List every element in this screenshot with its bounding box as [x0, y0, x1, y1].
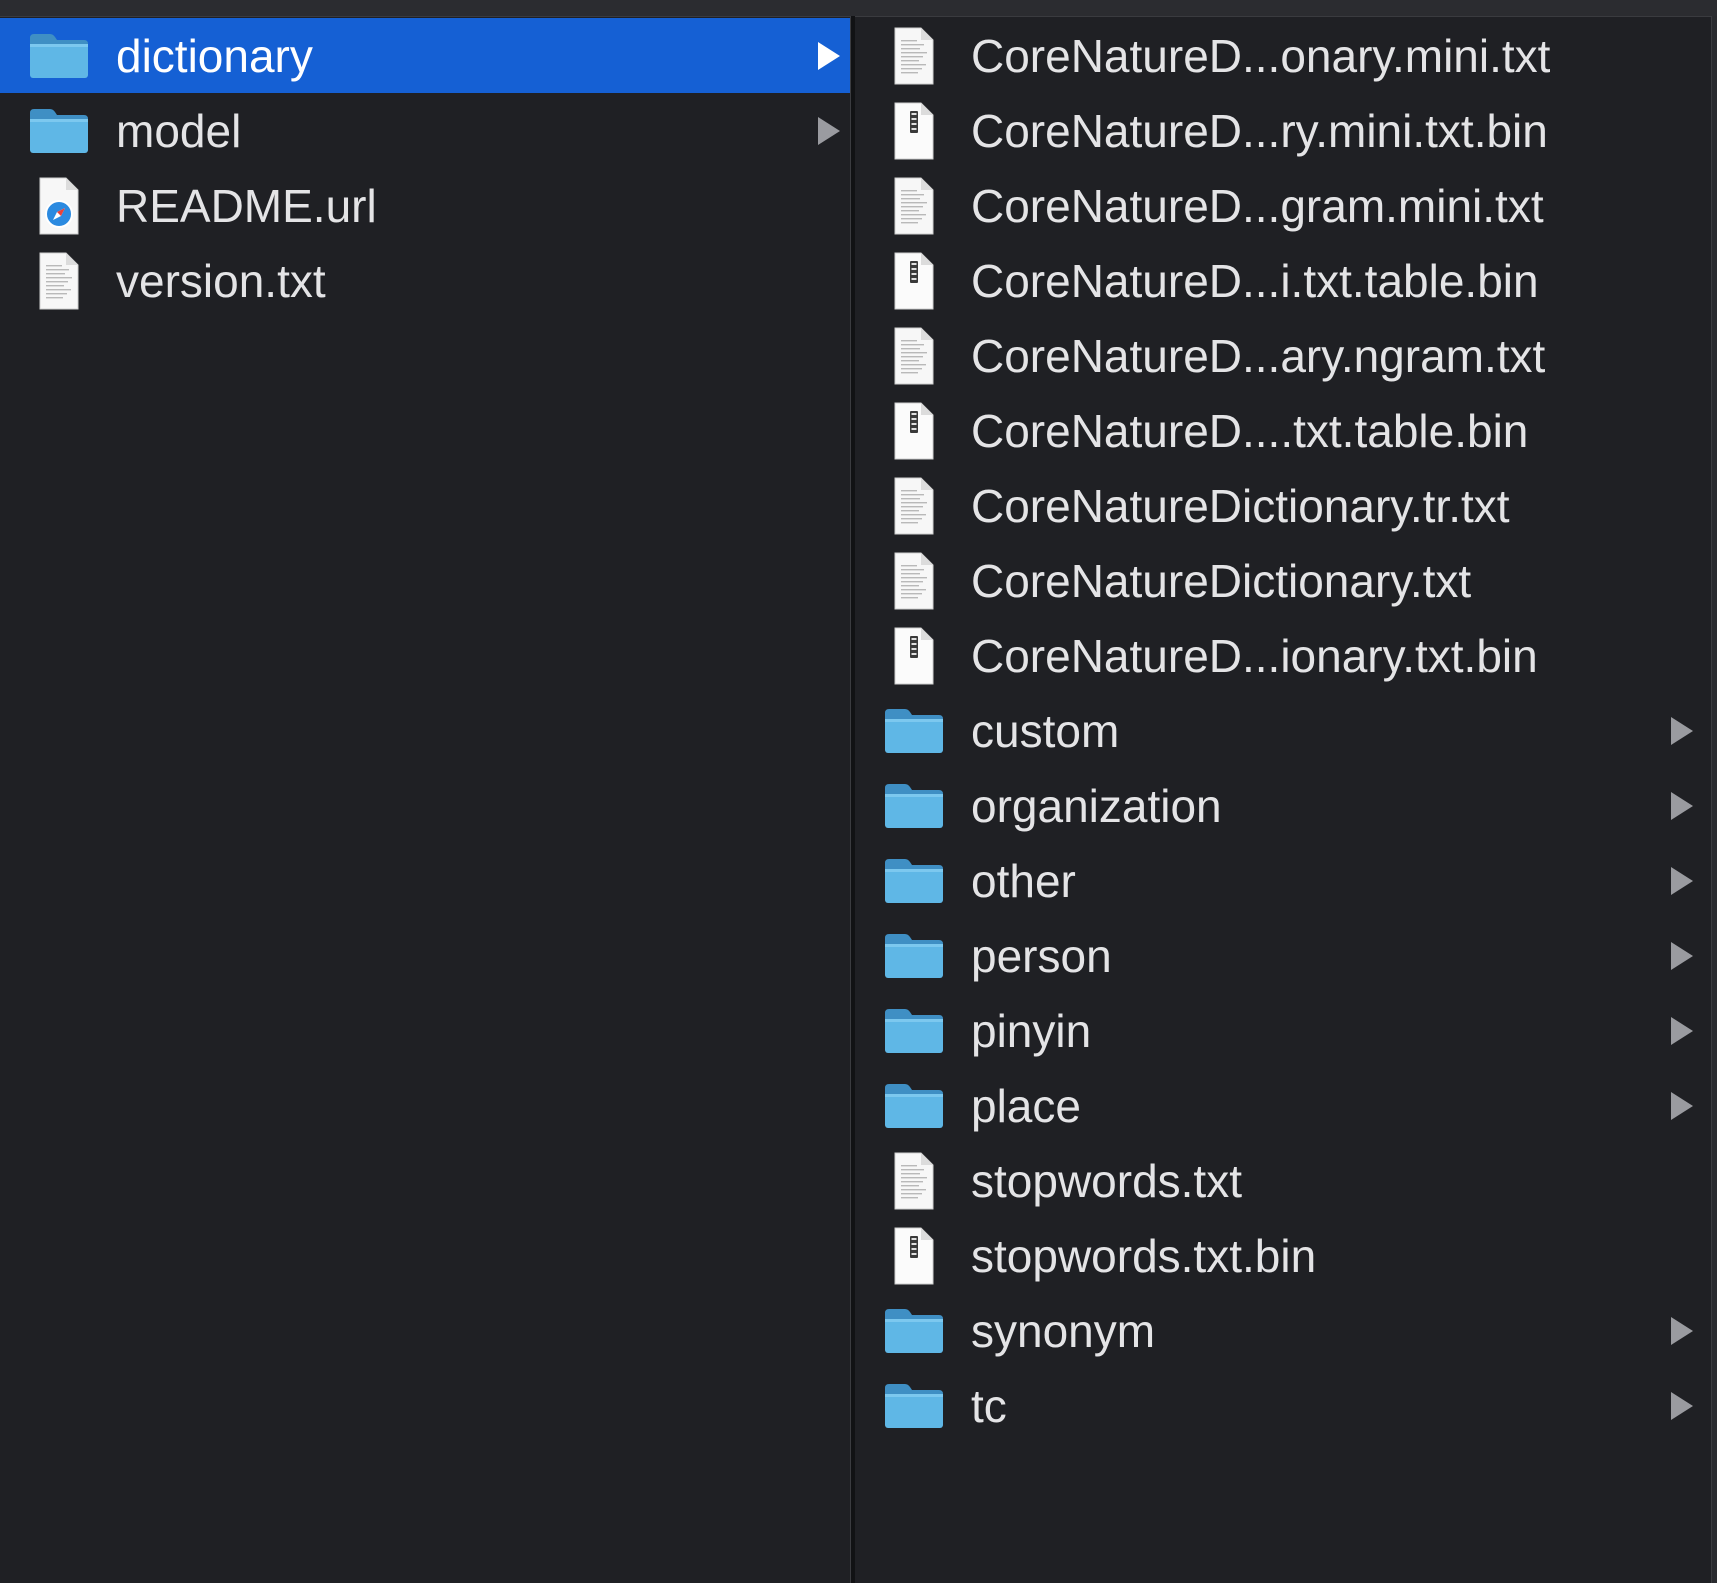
folder-icon — [881, 1000, 947, 1062]
folder-row[interactable]: person — [855, 918, 1711, 993]
file-row[interactable]: CoreNatureD...ionary.txt.bin — [855, 618, 1711, 693]
text-file-icon — [881, 475, 947, 537]
item-label: synonym — [971, 1304, 1156, 1357]
item-label: pinyin — [971, 1004, 1092, 1057]
item-label: custom — [971, 704, 1120, 757]
item-label: place — [971, 1079, 1081, 1132]
disclosure-chevron-icon[interactable] — [1671, 791, 1693, 820]
disclosure-chevron-icon[interactable] — [1671, 1391, 1693, 1420]
folder-icon — [881, 1375, 947, 1437]
disclosure-chevron-icon[interactable] — [1671, 716, 1693, 745]
folder-row[interactable]: custom — [855, 693, 1711, 768]
item-label: CoreNatureD...ionary.txt.bin — [971, 629, 1538, 682]
item-label: CoreNatureD...ary.ngram.txt — [971, 329, 1546, 382]
folder-icon — [26, 25, 92, 87]
file-row[interactable]: CoreNatureD...onary.mini.txt — [855, 18, 1711, 93]
folder-icon — [881, 850, 947, 912]
next-column-edge — [1711, 16, 1717, 1583]
column-1[interactable]: dictionary model README.url version.txt — [0, 18, 850, 1583]
folder-icon — [881, 700, 947, 762]
folder-row[interactable]: organization — [855, 768, 1711, 843]
disclosure-chevron-icon[interactable] — [1671, 1316, 1693, 1345]
file-row[interactable]: README.url — [0, 168, 850, 243]
file-row[interactable]: stopwords.txt.bin — [855, 1218, 1711, 1293]
folder-icon — [881, 1075, 947, 1137]
binary-file-icon — [881, 250, 947, 312]
disclosure-chevron-icon[interactable] — [1671, 1016, 1693, 1045]
item-label: other — [971, 854, 1076, 907]
item-label: version.txt — [116, 254, 326, 307]
disclosure-chevron-icon[interactable] — [1671, 866, 1693, 895]
column-2[interactable]: CoreNatureD...onary.mini.txt CoreNatureD.… — [855, 18, 1711, 1583]
folder-row[interactable]: pinyin — [855, 993, 1711, 1068]
item-label: stopwords.txt — [971, 1154, 1242, 1207]
folder-icon — [26, 100, 92, 162]
file-row[interactable]: version.txt — [0, 243, 850, 318]
text-file-icon — [881, 1150, 947, 1212]
disclosure-chevron-icon[interactable] — [818, 41, 840, 70]
item-label: CoreNatureD...gram.mini.txt — [971, 179, 1544, 232]
item-label: stopwords.txt.bin — [971, 1229, 1317, 1282]
file-row[interactable]: CoreNatureD...ry.mini.txt.bin — [855, 93, 1711, 168]
item-label: CoreNatureDictionary.tr.txt — [971, 479, 1510, 532]
folder-row[interactable]: place — [855, 1068, 1711, 1143]
item-label: dictionary — [116, 29, 313, 82]
folder-row[interactable]: dictionary — [0, 18, 850, 93]
folder-icon — [881, 1300, 947, 1362]
item-label: CoreNatureD...i.txt.table.bin — [971, 254, 1539, 307]
file-row[interactable]: CoreNatureD...gram.mini.txt — [855, 168, 1711, 243]
disclosure-chevron-icon[interactable] — [818, 116, 840, 145]
item-label: person — [971, 929, 1112, 982]
binary-file-icon — [881, 400, 947, 462]
folder-row[interactable]: tc — [855, 1368, 1711, 1443]
item-label: tc — [971, 1379, 1007, 1432]
file-row[interactable]: CoreNatureDictionary.tr.txt — [855, 468, 1711, 543]
item-label: CoreNatureD...ry.mini.txt.bin — [971, 104, 1548, 157]
file-row[interactable]: CoreNatureD...i.txt.table.bin — [855, 243, 1711, 318]
text-file-icon — [881, 175, 947, 237]
file-row[interactable]: CoreNatureD....txt.table.bin — [855, 393, 1711, 468]
binary-file-icon — [881, 625, 947, 687]
binary-file-icon — [881, 100, 947, 162]
text-file-icon — [881, 550, 947, 612]
item-label: README.url — [116, 179, 377, 232]
text-file-icon — [881, 325, 947, 387]
text-file-icon — [26, 250, 92, 312]
folder-icon — [881, 775, 947, 837]
item-label: CoreNatureD...onary.mini.txt — [971, 29, 1551, 82]
item-label: CoreNatureD....txt.table.bin — [971, 404, 1529, 457]
item-label: model — [116, 104, 242, 157]
file-row[interactable]: stopwords.txt — [855, 1143, 1711, 1218]
finder-column-view: dictionary model README.url version.txt Cor… — [0, 0, 1717, 1583]
folder-icon — [881, 925, 947, 987]
disclosure-chevron-icon[interactable] — [1671, 941, 1693, 970]
folder-row[interactable]: model — [0, 93, 850, 168]
folder-row[interactable]: synonym — [855, 1293, 1711, 1368]
safari-link-icon — [26, 175, 92, 237]
text-file-icon — [881, 25, 947, 87]
binary-file-icon — [881, 1225, 947, 1287]
disclosure-chevron-icon[interactable] — [1671, 1091, 1693, 1120]
item-label: organization — [971, 779, 1222, 832]
file-row[interactable]: CoreNatureDictionary.txt — [855, 543, 1711, 618]
item-label: CoreNatureDictionary.txt — [971, 554, 1472, 607]
column-header-strip — [0, 0, 1717, 17]
folder-row[interactable]: other — [855, 843, 1711, 918]
file-row[interactable]: CoreNatureD...ary.ngram.txt — [855, 318, 1711, 393]
